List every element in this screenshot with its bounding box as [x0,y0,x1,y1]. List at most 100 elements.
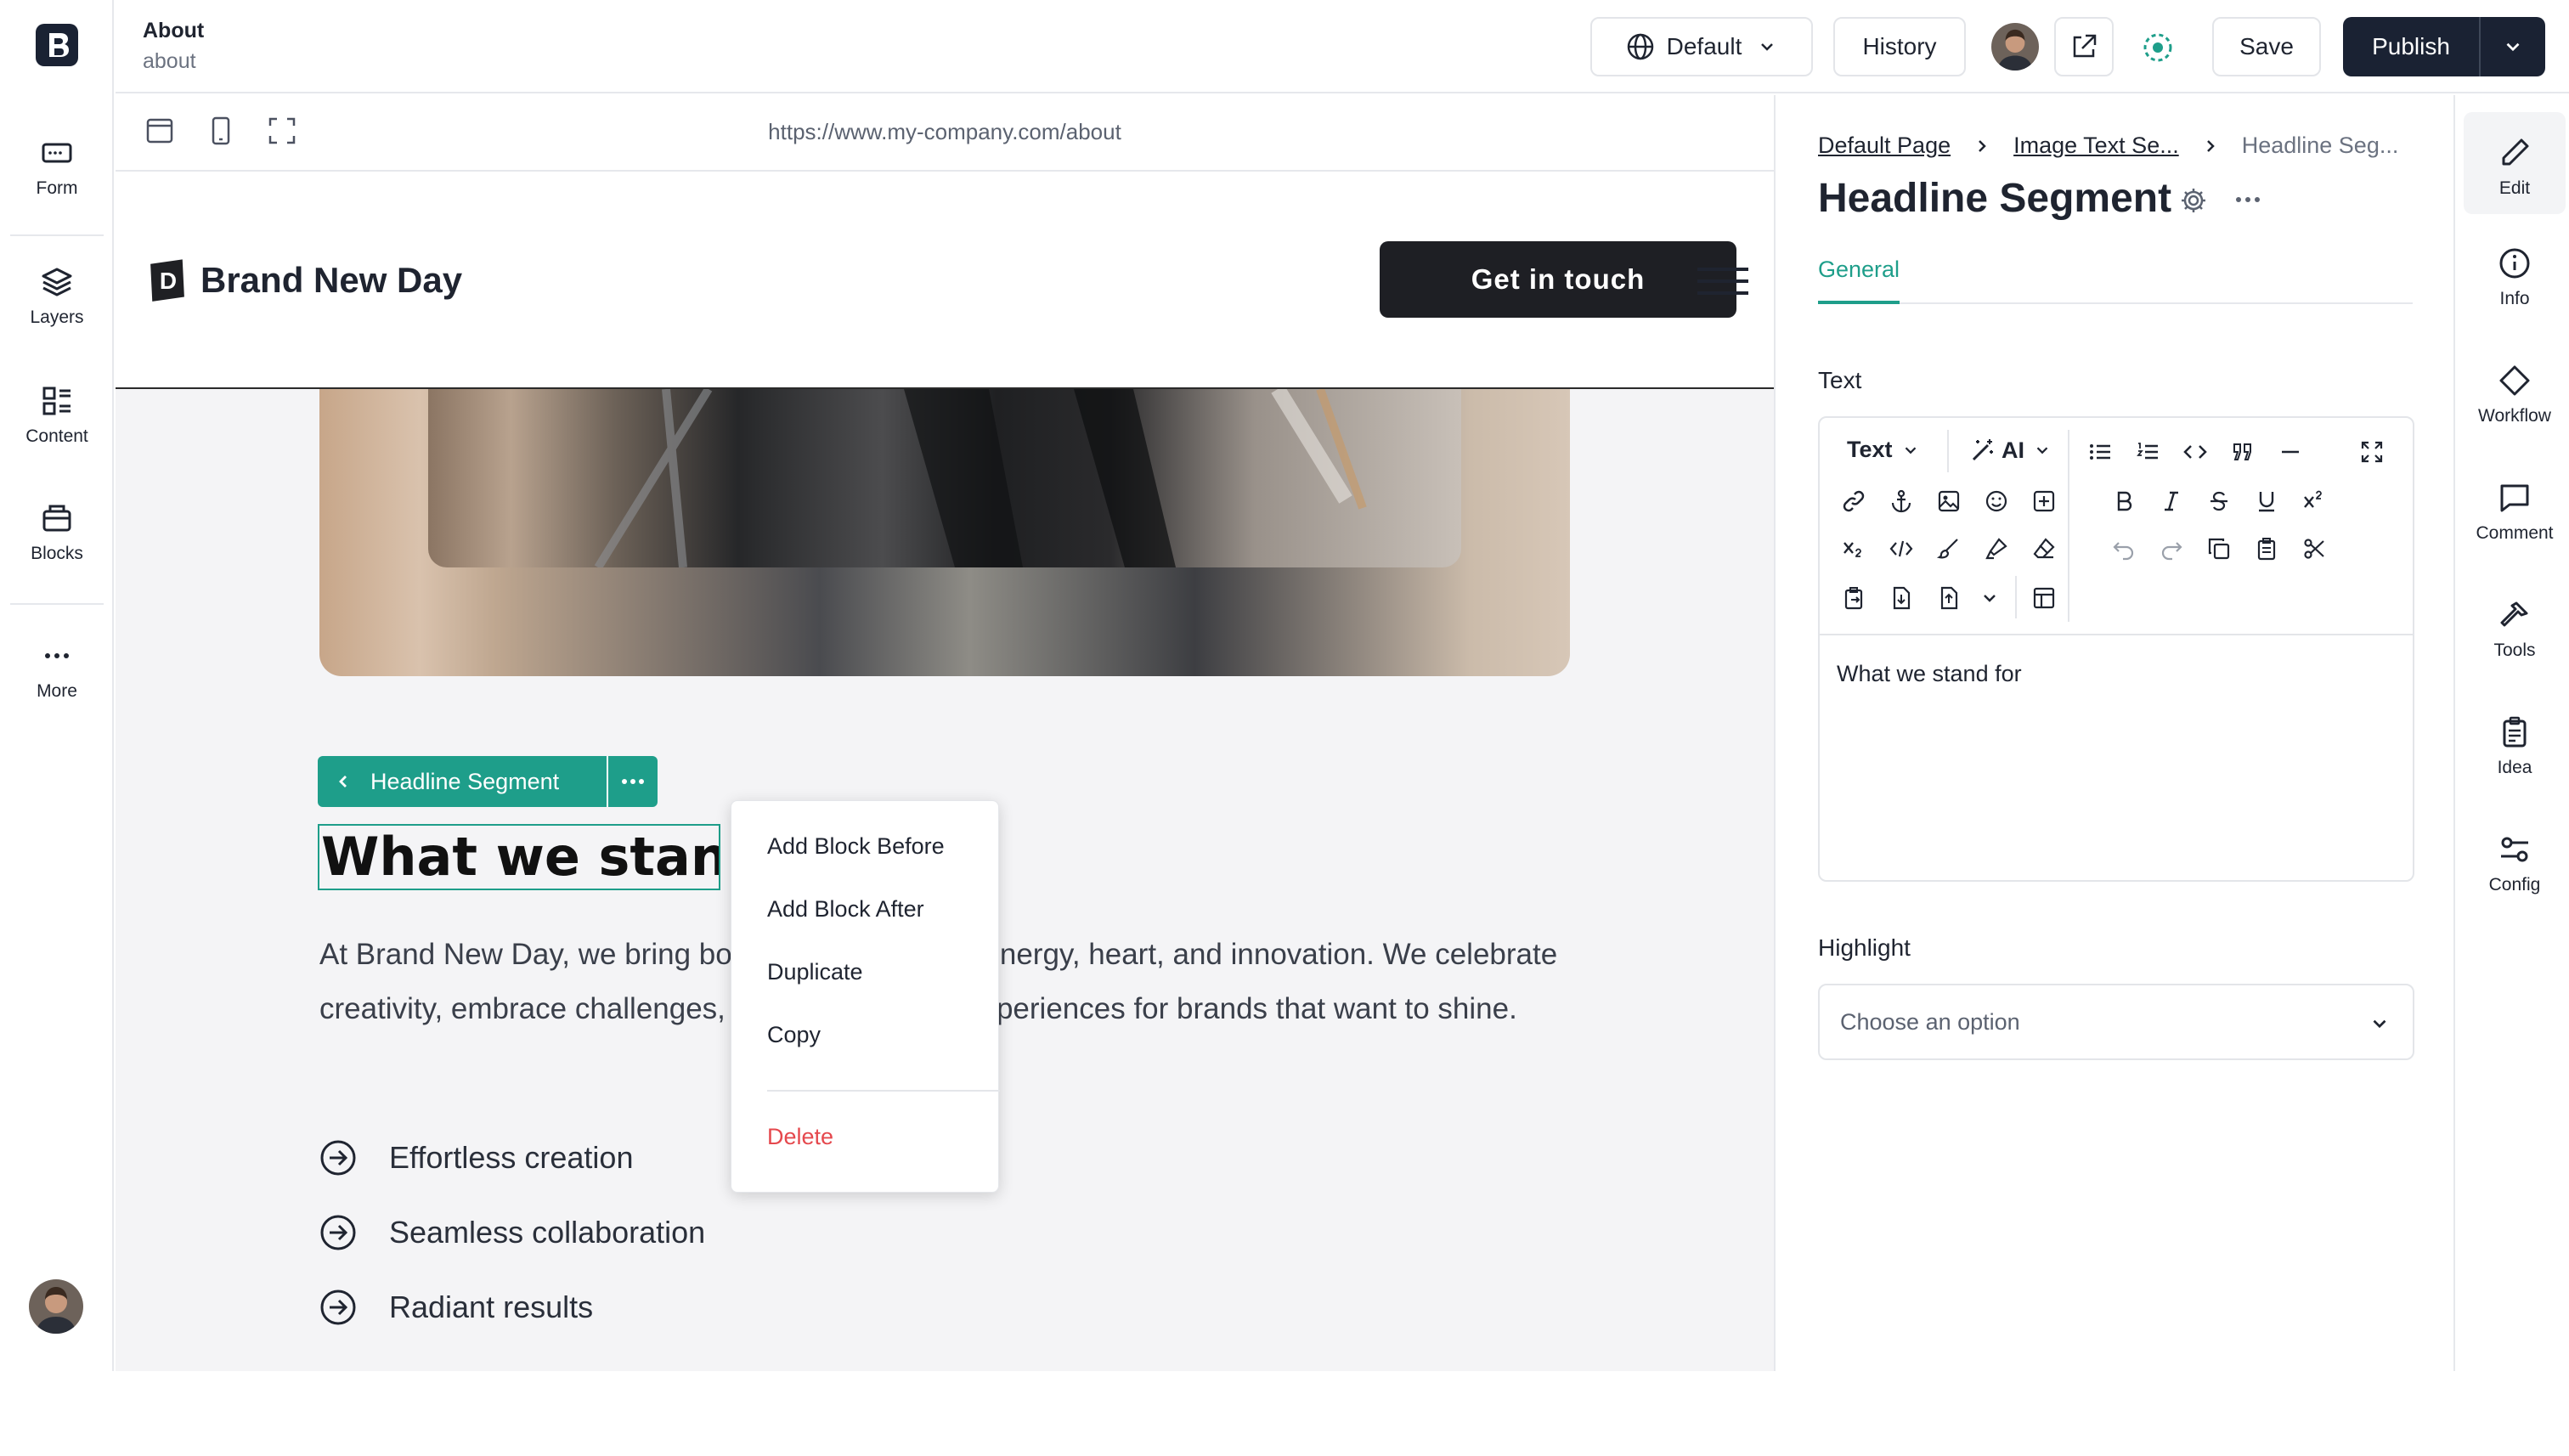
publish-options-button[interactable] [2481,36,2545,58]
anchor-icon[interactable] [1884,484,1918,518]
rail-tools[interactable]: Tools [2464,598,2566,661]
rail-comment[interactable]: Comment [2464,481,2566,544]
import-document-icon[interactable] [1884,581,1918,615]
preview-toolbar: https://www.my-company.com/about [116,95,1774,172]
locale-label: Default [1666,33,1742,59]
highlight-select[interactable]: Choose an option [1818,984,2414,1060]
brand-mark: D [160,268,177,294]
rail-idea[interactable]: Idea [2464,715,2566,778]
quote-icon[interactable] [2226,435,2260,469]
inline-code-icon[interactable] [1884,532,1918,566]
redo-icon[interactable] [2154,532,2188,566]
horizontal-rule-icon[interactable] [2273,435,2307,469]
headline-segment[interactable]: What we stand for [318,824,720,890]
subscript-icon[interactable] [1837,532,1871,566]
image-icon[interactable] [1932,484,1966,518]
nav-blocks[interactable]: Blocks [0,501,114,564]
hero-photo [428,389,1461,567]
layers-icon [42,268,72,296]
emoji-icon[interactable] [1979,484,2013,518]
panel-title: Headline Segment [1818,176,2172,221]
cut-icon[interactable] [2297,532,2331,566]
highlighter-icon[interactable] [1979,532,2013,566]
add-block-after-item[interactable]: Add Block After [767,896,924,923]
user-avatar[interactable] [29,1279,83,1334]
delete-item[interactable]: Delete [767,1124,833,1150]
form-icon [42,143,72,163]
publish-button[interactable]: Publish [2343,17,2545,76]
rail-edit[interactable]: Edit [2464,112,2566,214]
open-external-button[interactable] [2054,17,2114,76]
duplicate-item[interactable]: Duplicate [767,959,863,985]
settings-gear-icon[interactable] [2178,185,2209,216]
panel-more-icon[interactable] [2234,195,2261,204]
rail-edit-label: Edit [2498,178,2531,198]
bullet-list-icon[interactable] [2083,435,2117,469]
locale-dropdown[interactable]: Default [1590,17,1813,76]
segment-select-parent-button[interactable]: Headline Segment [318,756,607,807]
hamburger-menu-icon[interactable] [1697,268,1748,303]
nav-more-label: More [37,681,77,701]
superscript-icon[interactable] [2297,484,2331,518]
divider [2068,430,2069,622]
paste-special-icon[interactable] [1837,581,1871,615]
save-button[interactable]: Save [2212,17,2321,76]
page-title: About [143,19,205,42]
get-in-touch-button[interactable]: Get in touch [1380,241,1736,318]
format-dropdown[interactable]: Text [1847,437,1920,463]
breadcrumb-item[interactable]: Image Text Se... [2013,133,2179,159]
history-button[interactable]: History [1833,17,1966,76]
editor-content[interactable]: What we stand for [1837,661,2022,687]
expand-editor-icon[interactable] [2355,435,2389,469]
right-rail: Edit Info Workflow Comment Tools Idea Co… [2453,95,2569,1371]
add-block-before-item[interactable]: Add Block Before [767,833,945,860]
rail-info-label: Info [2499,289,2530,308]
eraser-icon[interactable] [2027,532,2061,566]
editor-toolbar: Text AI [1820,418,2413,635]
italic-icon[interactable] [2154,484,2188,518]
properties-panel: Default Page Image Text Se... Headline S… [1774,95,2453,1371]
arrow-circle-icon [320,1290,356,1325]
more-icon [45,653,69,658]
insert-block-icon[interactable] [2027,484,2061,518]
underline-icon[interactable] [2250,484,2284,518]
chevron-down-icon [2506,42,2520,52]
format-label: Text [1847,437,1893,462]
nav-layers[interactable]: Layers [0,265,114,328]
brush-icon[interactable] [1932,532,1966,566]
rail-info[interactable]: Info [2464,246,2566,309]
divider [1818,302,2413,304]
divider [1947,430,1949,472]
text-field-label: Text [1818,367,1862,393]
user-avatar[interactable] [1991,23,2039,71]
tab-general[interactable]: General [1818,257,1900,283]
table-icon[interactable] [2027,581,2061,615]
highlight-select-value: Choose an option [1840,1008,2020,1035]
undo-icon[interactable] [2107,532,2141,566]
rail-config[interactable]: Config [2464,832,2566,895]
rich-text-editor: Text AI What we stand for [1818,416,2414,882]
comment-icon [2500,484,2529,512]
nav-content[interactable]: Content [0,384,114,447]
ai-dropdown[interactable]: AI [1969,437,2052,464]
copy-icon[interactable] [2202,532,2236,566]
export-document-icon[interactable] [1932,581,1966,615]
list-item-label: Seamless collaboration [389,1215,706,1250]
page-canvas: D Brand New Day Get in touch Headline Se… [116,172,1774,1371]
nav-form[interactable]: Form [0,136,114,199]
rail-workflow[interactable]: Workflow [2464,364,2566,426]
breadcrumb-item[interactable]: Default Page [1818,133,1951,159]
bold-icon[interactable] [2107,484,2141,518]
strikethrough-icon[interactable] [2202,484,2236,518]
app-logo-icon[interactable] [34,22,80,68]
nav-content-label: Content [25,426,88,446]
segment-more-button[interactable] [607,756,658,807]
numbered-list-icon[interactable] [2131,435,2165,469]
chevron-right-icon [1974,138,1990,154]
copy-item[interactable]: Copy [767,1022,821,1048]
nav-more[interactable]: More [0,639,114,702]
code-icon[interactable] [2178,435,2212,469]
chevron-down-icon[interactable] [1973,581,2007,615]
link-icon[interactable] [1837,484,1871,518]
paste-icon[interactable] [2250,532,2284,566]
